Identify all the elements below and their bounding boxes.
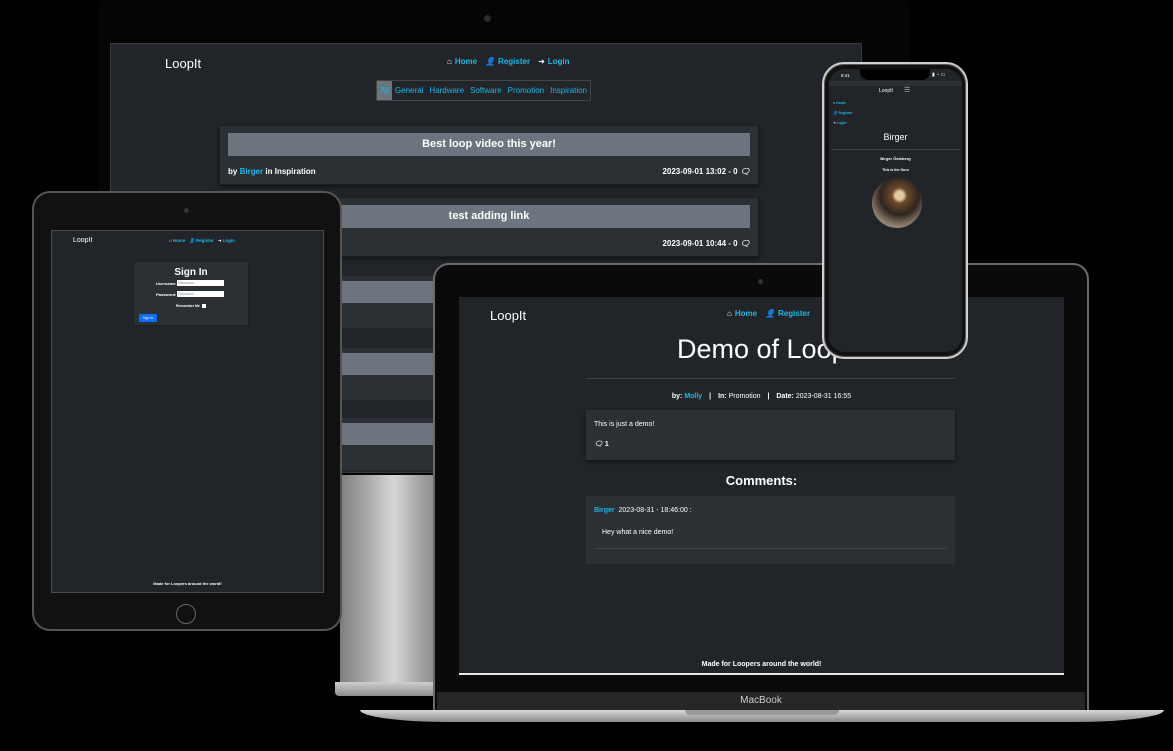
home-icon: ⌂ <box>169 238 172 243</box>
post-meta: by: Molly | In: Promotion | Date: 2023-0… <box>671 393 852 400</box>
phone-nav-home[interactable]: ⌂Home <box>833 101 846 105</box>
sign-in-icon: ➜ <box>833 121 836 125</box>
comment-datetime: 2023-08-31 - 18:46:00 : <box>618 507 692 514</box>
laptop-nav-home[interactable]: ⌂ Home <box>727 309 757 318</box>
phone-nav-login[interactable]: ➜Login <box>833 121 846 125</box>
comment-author-link[interactable]: Birger <box>594 507 615 514</box>
user-plus-icon: 👤 <box>765 309 776 318</box>
remember-me: Remember Me <box>176 304 206 309</box>
phone-brand-logo[interactable]: LoopIt <box>879 88 893 94</box>
laptop-chin: MacBook <box>437 692 1085 710</box>
tablet-footer: Made for Loopers around the world! <box>153 581 222 586</box>
comment-text: Hey what a nice demo! <box>602 529 674 536</box>
tablet-camera <box>184 208 189 213</box>
comment-card: Birger 2023-08-31 - 18:46:00 : Hey what … <box>586 496 955 564</box>
password-label: Password: <box>156 292 177 297</box>
username-input[interactable]: Username <box>177 280 224 286</box>
title-divider <box>586 378 955 379</box>
profile-divider <box>831 149 960 150</box>
tab-hardware[interactable]: Hardware <box>426 81 467 100</box>
laptop-footer: Made for Loopers around the world! <box>701 661 822 668</box>
sign-in-icon: ➜ <box>538 57 545 66</box>
comment-header: Birger 2023-08-31 - 18:46:00 : <box>594 507 692 514</box>
tab-software[interactable]: Software <box>467 81 505 100</box>
sign-in-icon: ➜ <box>217 238 222 243</box>
laptop-navbar: ⌂ Home 👤 Register <box>727 309 810 318</box>
tab-general[interactable]: General <box>392 81 426 100</box>
laptop-camera <box>758 279 763 284</box>
username-label: Username: <box>156 281 177 286</box>
status-time: 9:41 <box>841 73 850 78</box>
tablet-brand-logo[interactable]: LoopIt <box>73 237 92 244</box>
post-category: Promotion <box>728 393 761 400</box>
phone-notch <box>860 69 930 80</box>
phone-nav-register[interactable]: 👤Register <box>833 111 852 115</box>
comments-icon: 🗨 <box>739 167 750 176</box>
signin-button[interactable]: Sign In <box>139 314 157 322</box>
tab-all[interactable]: All <box>377 81 392 100</box>
post-meta: by Birger in Inspiration 2023-09-01 13:0… <box>228 167 750 176</box>
desktop-nav-register[interactable]: 👤 Register <box>485 57 530 66</box>
status-icons: ▮ ◔ ▭ <box>932 72 946 78</box>
comments-icon: 🗨 <box>739 239 750 248</box>
user-plus-icon: 👤 <box>189 238 195 243</box>
desktop-nav-login[interactable]: ➜ Login <box>538 57 569 66</box>
user-plus-icon: 👤 <box>833 111 838 115</box>
profile-full-name: Birger Östeberg <box>880 156 911 161</box>
home-icon: ⌂ <box>727 309 732 318</box>
post-card[interactable]: Best loop video this year! by Birger in … <box>219 125 759 185</box>
post-author-link[interactable]: Molly <box>684 393 702 400</box>
comments-heading: Comments: <box>725 473 798 488</box>
post-title[interactable]: Best loop video this year! <box>228 133 750 156</box>
desktop-navbar: ⌂ Home 👤 Register ➜ Login <box>447 57 570 66</box>
phone-screen: 9:41 ▮ ◔ ▭ LoopIt ☰ ⌂Home 👤Register ➜Log… <box>829 69 962 352</box>
profile-avatar <box>872 178 922 228</box>
hamburger-menu-icon[interactable]: ☰ <box>904 86 910 94</box>
profile-bio: This is the Guru <box>882 168 909 172</box>
comments-icon: 🗨 <box>594 441 603 448</box>
comment-divider <box>594 548 947 549</box>
post-body-text: This is just a demo! <box>594 421 655 428</box>
tab-promotion[interactable]: Promotion <box>505 81 547 100</box>
laptop-notch <box>685 710 839 715</box>
home-icon: ⌂ <box>447 57 452 66</box>
laptop-screen: LoopIt ⌂ Home 👤 Register Demo of LoopIt by… <box>459 297 1064 675</box>
profile-username: Birger <box>883 132 908 142</box>
desktop-nav-home[interactable]: ⌂ Home <box>447 57 477 66</box>
tablet-screen: LoopIt ⌂Home 👤Register ➜Login Sign In Us… <box>51 230 324 593</box>
tablet-nav-login[interactable]: ➜Login <box>218 238 235 244</box>
desktop-brand-logo[interactable]: LoopIt <box>165 56 201 71</box>
post-datetime: 2023-09-01 10:44 - 0 <box>662 239 738 248</box>
post-datetime: 2023-09-01 13:02 - 0 <box>662 167 738 176</box>
comment-count: 🗨 1 <box>594 441 609 448</box>
post-author-link[interactable]: Birger <box>240 167 264 176</box>
remember-checkbox[interactable] <box>201 304 206 309</box>
laptop-nav-register[interactable]: 👤 Register <box>765 309 810 318</box>
laptop-brand-logo[interactable]: LoopIt <box>490 308 526 323</box>
tablet-nav-home[interactable]: ⌂Home <box>169 238 185 244</box>
home-icon: ⌂ <box>833 101 836 105</box>
monitor-camera <box>484 15 491 22</box>
signin-title: Sign In <box>174 267 208 278</box>
tablet-nav-register[interactable]: 👤Register <box>189 238 214 244</box>
signin-card: Sign In Username: Username Password: Pas… <box>133 261 249 326</box>
tablet-navbar: ⌂Home 👤Register ➜Login <box>169 238 235 244</box>
password-input[interactable]: Password <box>177 291 224 297</box>
post-body-card: This is just a demo! 🗨 1 <box>586 410 955 460</box>
tablet-home-button <box>176 604 196 624</box>
status-bar-bg <box>829 81 962 86</box>
category-tabs: All General Hardware Software Promotion … <box>376 80 592 101</box>
post-date: 2023-08-31 16:55 <box>795 393 852 400</box>
tab-inspiration[interactable]: Inspiration <box>547 81 590 100</box>
user-plus-icon: 👤 <box>485 57 496 66</box>
